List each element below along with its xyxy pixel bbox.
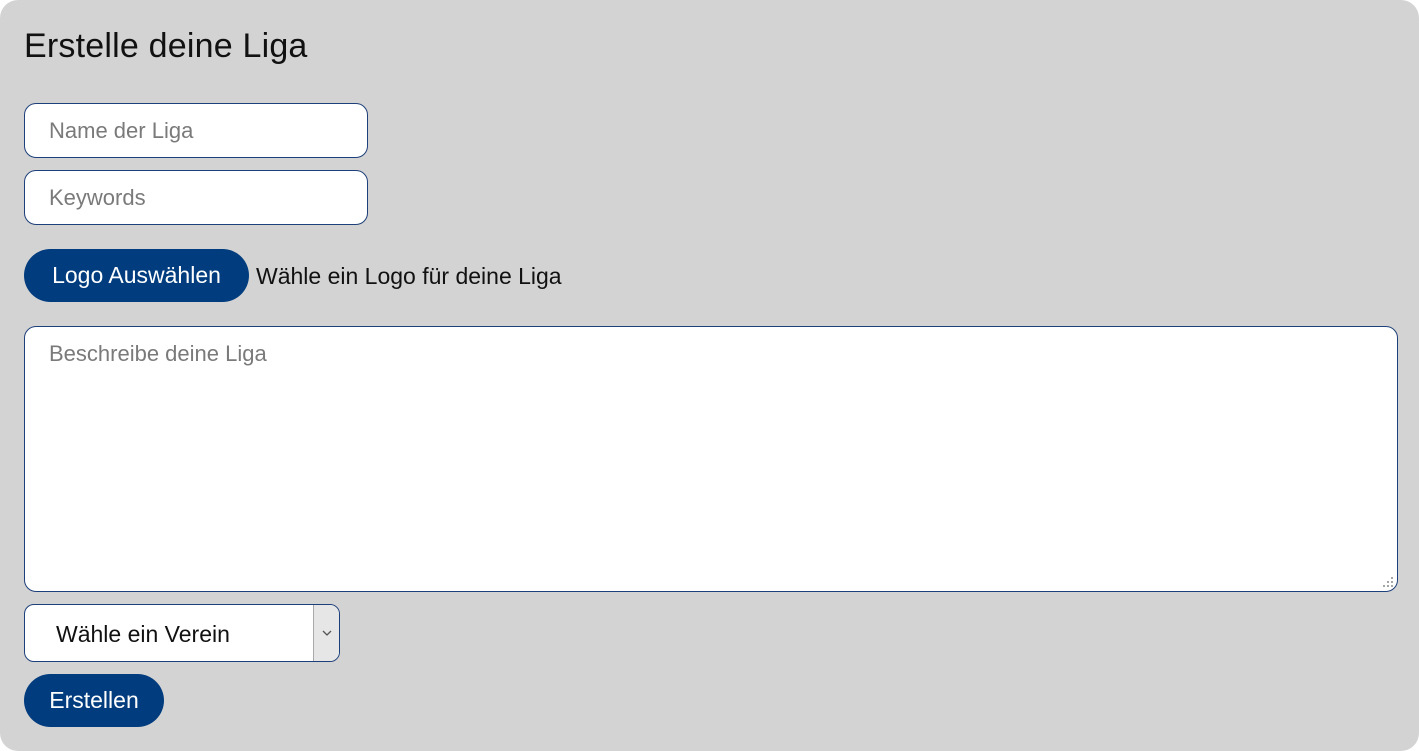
keywords-input[interactable]: [24, 170, 368, 225]
choose-logo-button[interactable]: Logo Auswählen: [24, 249, 249, 302]
page-title: Erstelle deine Liga: [24, 27, 308, 65]
club-select[interactable]: Wähle ein Verein: [24, 604, 340, 662]
club-select-value: Wähle ein Verein: [56, 621, 230, 647]
create-league-form: Erstelle deine Liga Logo Auswählen Wähle…: [0, 0, 1419, 751]
chevron-down-icon[interactable]: [313, 605, 339, 661]
league-description-textarea[interactable]: [24, 326, 1398, 592]
league-name-input[interactable]: [24, 103, 368, 158]
create-league-button[interactable]: Erstellen: [24, 674, 164, 727]
logo-hint-label: Wähle ein Logo für deine Liga: [256, 263, 562, 289]
